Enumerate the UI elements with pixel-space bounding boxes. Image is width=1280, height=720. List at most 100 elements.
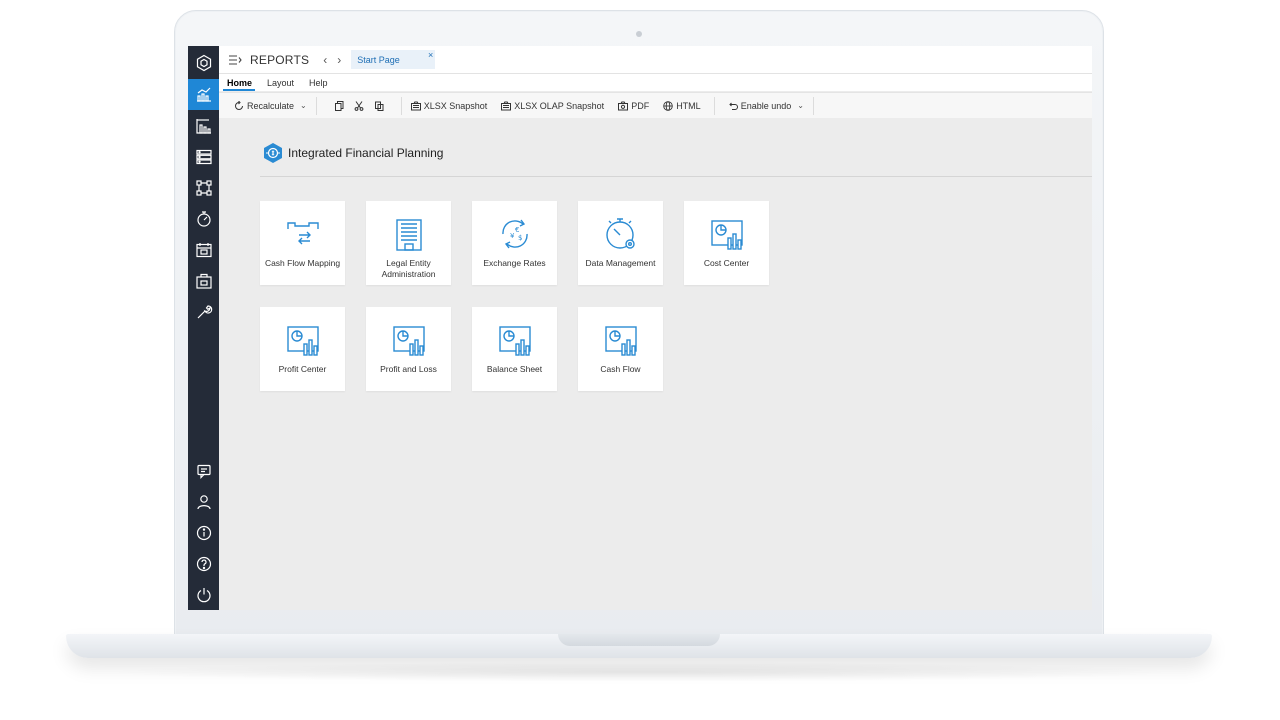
start-page-content: Integrated Financial Planning Cash Flow … xyxy=(219,118,1092,610)
ribbon-tab-layout[interactable]: Layout xyxy=(259,78,301,91)
report-chart-icon xyxy=(710,220,743,250)
copy-button[interactable] xyxy=(329,93,349,118)
sidebar-item-reports[interactable] xyxy=(188,79,219,110)
xlsx-snapshot-button[interactable]: XLSX Snapshot xyxy=(406,93,493,118)
tile-exchange-rates[interactable]: ¥ € $ Exchange Rates xyxy=(472,201,557,285)
calendar-icon xyxy=(195,242,212,257)
toolbar-divider xyxy=(713,96,715,115)
chevron-down-icon[interactable]: ⌄ xyxy=(300,101,307,110)
report-chart-icon xyxy=(392,326,425,356)
sidebar-item-dashboards[interactable] xyxy=(188,110,219,141)
timer-icon xyxy=(196,210,211,227)
sidebar xyxy=(188,46,219,610)
help-icon xyxy=(196,556,211,571)
paste-button[interactable] xyxy=(369,93,389,118)
reports-chart-icon xyxy=(196,87,211,102)
xlsx-snapshot-label: XLSX Snapshot xyxy=(423,100,488,111)
app-screen: REPORTS ‹ › Start Page × Home Layout Hel… xyxy=(188,46,1092,610)
report-chart-icon xyxy=(498,326,531,356)
briefcase-icon xyxy=(195,273,212,289)
refresh-icon xyxy=(235,100,243,110)
tile-profit-center[interactable]: Profit Center xyxy=(260,307,345,391)
back-arrow-icon[interactable]: ‹ xyxy=(323,53,327,67)
pdf-label: PDF xyxy=(631,100,650,111)
xlsx-olap-snapshot-label: XLSX OLAP Snapshot xyxy=(514,100,605,111)
toolbar-divider xyxy=(812,96,814,115)
app-title: REPORTS xyxy=(250,52,310,67)
cut-button[interactable] xyxy=(349,93,369,118)
tab-label: Start Page xyxy=(357,54,400,65)
pdf-icon xyxy=(618,101,629,110)
section-header: Integrated Financial Planning xyxy=(262,142,443,164)
tile-cash-flow[interactable]: Cash Flow xyxy=(578,307,663,391)
toolbar-divider xyxy=(400,96,402,115)
close-icon[interactable]: × xyxy=(428,50,433,60)
tile-label: Data Management xyxy=(585,258,656,268)
sidebar-item-packages[interactable] xyxy=(188,265,219,296)
tile-label: Profit and Loss xyxy=(380,364,437,374)
pdf-button[interactable]: PDF xyxy=(613,93,654,118)
tile-data-management[interactable]: Data Management xyxy=(578,201,663,285)
scissors-icon xyxy=(354,100,364,111)
recalculate-label: Recalculate xyxy=(247,100,295,111)
user-icon xyxy=(196,494,211,509)
tile-label: Cash Flow Mapping xyxy=(264,258,341,268)
laptop-shadow xyxy=(100,662,1180,682)
server-icon xyxy=(195,149,212,164)
tile-label: Cost Center xyxy=(703,258,750,268)
xlsx-olap-snapshot-button[interactable]: XLSX OLAP Snapshot xyxy=(496,93,609,118)
enable-undo-label: Enable undo xyxy=(740,100,792,111)
hierarchy-icon xyxy=(195,179,212,196)
sidebar-item-data[interactable] xyxy=(188,141,219,172)
sidebar-item-help[interactable] xyxy=(188,548,219,579)
tile-label: Cash Flow xyxy=(600,364,641,374)
recalculate-button[interactable]: Recalculate ⌄ xyxy=(229,93,312,118)
cash-flow-mapping-icon xyxy=(286,222,319,245)
tile-cash-flow-mapping[interactable]: Cash Flow Mapping xyxy=(260,201,345,285)
section-title: Integrated Financial Planning xyxy=(288,146,444,160)
html-button[interactable]: HTML xyxy=(658,93,706,118)
sidebar-item-models[interactable] xyxy=(188,172,219,203)
section-divider xyxy=(260,176,1092,177)
tile-profit-and-loss[interactable]: Profit and Loss xyxy=(366,307,451,391)
currency-exchange-icon: ¥ € $ xyxy=(501,219,528,249)
logo-hexagon-icon[interactable] xyxy=(188,47,219,78)
tile-cost-center[interactable]: Cost Center xyxy=(684,201,769,285)
report-chart-icon xyxy=(604,326,637,356)
building-icon xyxy=(395,219,422,251)
report-chart-icon xyxy=(286,326,319,356)
tile-balance-sheet[interactable]: Balance Sheet xyxy=(472,307,557,391)
gauge-bars-icon xyxy=(195,118,211,134)
sidebar-item-processes[interactable] xyxy=(188,203,219,234)
forward-arrow-icon[interactable]: › xyxy=(337,53,341,67)
chevron-down-icon[interactable]: ⌄ xyxy=(797,101,804,110)
copy-icon xyxy=(334,100,344,111)
undo-icon xyxy=(728,102,738,110)
sidebar-item-logout[interactable] xyxy=(188,579,219,610)
ribbon-tab-help[interactable]: Help xyxy=(301,78,335,91)
paste-icon xyxy=(374,101,384,111)
camera-icon xyxy=(410,101,421,110)
enable-undo-button[interactable]: Enable undo ⌄ xyxy=(723,93,809,118)
toolbar-divider xyxy=(315,96,317,115)
globe-icon xyxy=(663,100,673,111)
tile-label: Profit Center xyxy=(278,364,327,374)
collapse-menu-icon[interactable] xyxy=(228,54,242,66)
svg-text:€: € xyxy=(515,226,519,234)
tile-label: Balance Sheet xyxy=(486,364,543,374)
sidebar-item-info[interactable] xyxy=(188,517,219,548)
top-bar: REPORTS ‹ › Start Page × xyxy=(219,46,1092,74)
stopwatch-gear-icon xyxy=(605,218,635,249)
tile-label: Exchange Rates xyxy=(483,258,546,268)
sidebar-item-profile[interactable] xyxy=(188,486,219,517)
tile-legal-entity-administration[interactable]: Legal Entity Administration xyxy=(366,201,451,285)
tile-label: Legal Entity Administration xyxy=(381,258,436,279)
info-icon xyxy=(196,525,211,540)
power-icon xyxy=(196,587,211,602)
sidebar-item-messages[interactable] xyxy=(188,455,219,486)
html-label: HTML xyxy=(676,100,701,111)
sidebar-item-tools[interactable] xyxy=(188,296,219,327)
sidebar-item-scheduler[interactable] xyxy=(188,234,219,265)
tab-start-page[interactable]: Start Page × xyxy=(351,50,436,69)
ribbon-tab-home[interactable]: Home xyxy=(219,78,259,91)
